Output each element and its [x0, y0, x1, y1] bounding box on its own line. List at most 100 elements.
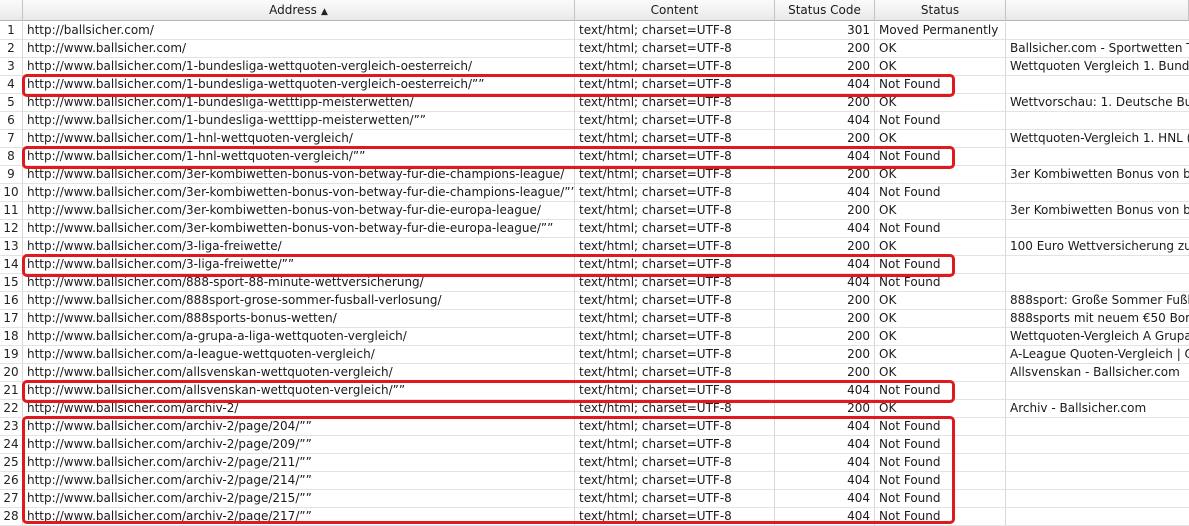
status-code-cell[interactable]: 200 [775, 400, 875, 418]
content-type-cell[interactable]: text/html; charset=UTF-8 [575, 238, 775, 256]
status-code-cell[interactable]: 404 [775, 220, 875, 238]
table-row[interactable]: 21 http://www.ballsicher.com/allsvenskan-… [0, 382, 1189, 400]
row-number-cell[interactable]: 21 [0, 382, 23, 400]
row-number-cell[interactable]: 25 [0, 454, 23, 472]
content-column-header[interactable]: Content [575, 0, 775, 21]
title-cell[interactable] [1006, 148, 1189, 166]
table-row[interactable]: 18 http://www.ballsicher.com/a-grupa-a-li… [0, 328, 1189, 346]
address-cell[interactable]: http://www.ballsicher.com/archiv-2/page/… [23, 418, 575, 436]
status-cell[interactable]: OK [875, 130, 1006, 148]
title-cell[interactable]: Archiv - Ballsicher.com [1006, 400, 1189, 418]
title-cell[interactable] [1006, 382, 1189, 400]
status-cell[interactable]: OK [875, 292, 1006, 310]
address-cell[interactable]: http://www.ballsicher.com/888sport-grose… [23, 292, 575, 310]
content-type-cell[interactable]: text/html; charset=UTF-8 [575, 76, 775, 94]
status-code-cell[interactable]: 404 [775, 436, 875, 454]
row-number-cell[interactable]: 13 [0, 238, 23, 256]
status-code-cell[interactable]: 200 [775, 130, 875, 148]
row-number-cell[interactable]: 28 [0, 508, 23, 526]
table-row[interactable]: 27 http://www.ballsicher.com/archiv-2/pag… [0, 490, 1189, 508]
row-number-cell[interactable]: 10 [0, 184, 23, 202]
status-cell[interactable]: Not Found [875, 490, 1006, 508]
address-cell[interactable]: http://www.ballsicher.com/allsvenskan-we… [23, 364, 575, 382]
table-row[interactable]: 20 http://www.ballsicher.com/allsvenskan-… [0, 364, 1189, 382]
status-code-cell[interactable]: 200 [775, 40, 875, 58]
title-cell[interactable] [1006, 436, 1189, 454]
table-row[interactable]: 16 http://www.ballsicher.com/888sport-gro… [0, 292, 1189, 310]
status-cell[interactable]: Not Found [875, 472, 1006, 490]
status-cell[interactable]: OK [875, 328, 1006, 346]
status-code-cell[interactable]: 404 [775, 274, 875, 292]
address-cell[interactable]: http://www.ballsicher.com/1-bundesliga-w… [23, 94, 575, 112]
row-number-cell[interactable]: 7 [0, 130, 23, 148]
table-row[interactable]: 23 http://www.ballsicher.com/archiv-2/pag… [0, 418, 1189, 436]
status-cell[interactable]: Not Found [875, 112, 1006, 130]
address-cell[interactable]: http://www.ballsicher.com/888-sport-88-m… [23, 274, 575, 292]
status-cell[interactable]: Not Found [875, 184, 1006, 202]
status-cell[interactable]: OK [875, 364, 1006, 382]
title-cell[interactable]: A-League Quoten-Vergleich | Quoten [1006, 346, 1189, 364]
status-code-cell[interactable]: 200 [775, 310, 875, 328]
table-row[interactable]: 12 http://www.ballsicher.com/3er-kombiwet… [0, 220, 1189, 238]
table-row[interactable]: 13 http://www.ballsicher.com/3-liga-freiw… [0, 238, 1189, 256]
title-column-header[interactable] [1006, 0, 1189, 21]
title-cell[interactable] [1006, 256, 1189, 274]
row-number-cell[interactable]: 23 [0, 418, 23, 436]
row-number-cell[interactable]: 11 [0, 202, 23, 220]
address-cell[interactable]: http://www.ballsicher.com/1-bundesliga-w… [23, 76, 575, 94]
content-type-cell[interactable]: text/html; charset=UTF-8 [575, 112, 775, 130]
content-type-cell[interactable]: text/html; charset=UTF-8 [575, 382, 775, 400]
title-cell[interactable] [1006, 22, 1189, 40]
status-code-cell[interactable]: 301 [775, 22, 875, 40]
status-cell[interactable]: OK [875, 346, 1006, 364]
status-cell[interactable]: OK [875, 166, 1006, 184]
status-code-cell[interactable]: 404 [775, 454, 875, 472]
content-type-cell[interactable]: text/html; charset=UTF-8 [575, 220, 775, 238]
status-cell[interactable]: Not Found [875, 76, 1006, 94]
status-code-cell[interactable]: 200 [775, 94, 875, 112]
status-cell[interactable]: Not Found [875, 508, 1006, 526]
row-number-cell[interactable]: 22 [0, 400, 23, 418]
status-cell[interactable]: OK [875, 94, 1006, 112]
address-cell[interactable]: http://www.ballsicher.com/ [23, 40, 575, 58]
content-type-cell[interactable]: text/html; charset=UTF-8 [575, 130, 775, 148]
title-cell[interactable] [1006, 274, 1189, 292]
address-cell[interactable]: http://www.ballsicher.com/3er-kombiwette… [23, 202, 575, 220]
address-cell[interactable]: http://www.ballsicher.com/archiv-2/page/… [23, 454, 575, 472]
title-cell[interactable] [1006, 508, 1189, 526]
row-number-cell[interactable]: 12 [0, 220, 23, 238]
title-cell[interactable]: Wettquoten-Vergleich 1. HNL (Kroatien) [1006, 130, 1189, 148]
title-cell[interactable] [1006, 112, 1189, 130]
content-type-cell[interactable]: text/html; charset=UTF-8 [575, 274, 775, 292]
table-row[interactable]: 6 http://www.ballsicher.com/1-bundesliga-… [0, 112, 1189, 130]
row-number-cell[interactable]: 17 [0, 310, 23, 328]
status-code-cell[interactable]: 404 [775, 184, 875, 202]
status-code-column-header[interactable]: Status Code [775, 0, 875, 21]
row-number-cell[interactable]: 19 [0, 346, 23, 364]
address-cell[interactable]: http://www.ballsicher.com/3er-kombiwette… [23, 166, 575, 184]
address-cell[interactable]: http://www.ballsicher.com/a-league-wettq… [23, 346, 575, 364]
address-cell[interactable]: http://www.ballsicher.com/a-grupa-a-liga… [23, 328, 575, 346]
content-type-cell[interactable]: text/html; charset=UTF-8 [575, 40, 775, 58]
status-cell[interactable]: Not Found [875, 220, 1006, 238]
status-cell[interactable]: OK [875, 58, 1006, 76]
content-type-cell[interactable]: text/html; charset=UTF-8 [575, 436, 775, 454]
address-cell[interactable]: http://www.ballsicher.com/archiv-2/page/… [23, 508, 575, 526]
content-type-cell[interactable]: text/html; charset=UTF-8 [575, 508, 775, 526]
address-cell[interactable]: http://www.ballsicher.com/archiv-2/ [23, 400, 575, 418]
table-row[interactable]: 28 http://www.ballsicher.com/archiv-2/pag… [0, 508, 1189, 526]
address-cell[interactable]: http://www.ballsicher.com/1-hnl-wettquot… [23, 130, 575, 148]
title-cell[interactable]: Wettquoten-Vergleich A Grupa (A Liga) [1006, 328, 1189, 346]
content-type-cell[interactable]: text/html; charset=UTF-8 [575, 166, 775, 184]
status-cell[interactable]: Not Found [875, 148, 1006, 166]
table-row[interactable]: 2 http://www.ballsicher.com/text/html; ch… [0, 40, 1189, 58]
table-row[interactable]: 14 http://www.ballsicher.com/3-liga-freiw… [0, 256, 1189, 274]
title-cell[interactable]: 100 Euro Wettversicherung zum Start [1006, 238, 1189, 256]
status-column-header[interactable]: Status [875, 0, 1006, 21]
status-code-cell[interactable]: 404 [775, 382, 875, 400]
table-row[interactable]: 26 http://www.ballsicher.com/archiv-2/pag… [0, 472, 1189, 490]
row-number-cell[interactable]: 14 [0, 256, 23, 274]
row-number-header[interactable] [0, 0, 23, 21]
title-cell[interactable]: 3er Kombiwetten Bonus von betway [1006, 202, 1189, 220]
title-cell[interactable]: Wettvorschau: 1. Deutsche Bundesliga [1006, 94, 1189, 112]
